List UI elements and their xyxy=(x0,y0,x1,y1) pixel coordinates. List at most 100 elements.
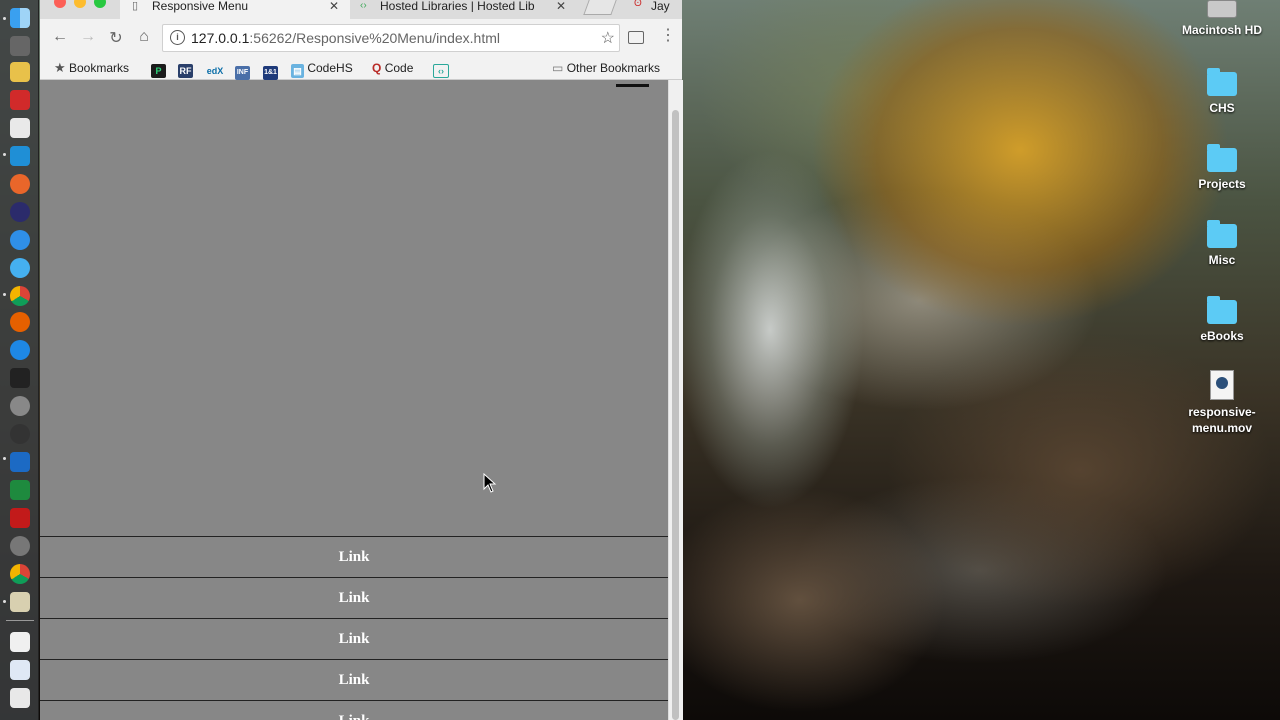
folder-icon xyxy=(1207,68,1237,96)
bookmark-pycharm[interactable]: P xyxy=(151,60,166,78)
paint-icon[interactable] xyxy=(10,174,30,194)
pycharm-icon: P xyxy=(151,64,166,78)
oneandone-icon: 1&1 xyxy=(263,66,278,80)
hamburger-menu-icon[interactable] xyxy=(616,84,649,87)
safari-icon[interactable] xyxy=(10,340,30,360)
menu-link[interactable]: Link xyxy=(40,618,668,659)
profile-icon[interactable]: ʘ xyxy=(634,0,642,9)
url-text[interactable]: 127.0.0.1:56262/Responsive%20Menu/index.… xyxy=(191,30,500,46)
excel-icon[interactable] xyxy=(10,480,30,500)
zoom-window-button[interactable] xyxy=(94,0,106,8)
address-bar[interactable]: i 127.0.0.1:56262/Responsive%20Menu/inde… xyxy=(162,24,620,52)
page-scrollbar[interactable] xyxy=(668,80,683,720)
running-indicator xyxy=(3,293,6,296)
finder-icon[interactable] xyxy=(10,8,30,28)
tab-hosted-libraries[interactable]: ‹› Hosted Libraries | Hosted Lib ✕ xyxy=(352,0,582,19)
profile-name[interactable]: Jay xyxy=(651,0,670,12)
page-viewport: Link Link Link Link Link xyxy=(40,80,668,720)
home-icon[interactable]: ⌂ xyxy=(134,28,154,46)
edx-icon: edX xyxy=(206,66,224,76)
menu-kebab-icon[interactable]: ⋮ xyxy=(660,28,676,44)
desktop-icon-chs[interactable]: CHS xyxy=(1172,68,1272,116)
menu-link[interactable]: Link xyxy=(40,536,668,577)
bookmarks-item[interactable]: ★ Bookmarks xyxy=(54,60,129,76)
bookmark-codehs[interactable]: ▤ CodeHS xyxy=(291,60,353,78)
chrome-canary-icon[interactable] xyxy=(10,564,30,584)
running-indicator xyxy=(3,457,6,460)
bookmark-inf[interactable]: INF xyxy=(235,60,250,80)
tab-responsive-menu[interactable]: ▯ Responsive Menu ✕ xyxy=(120,0,350,19)
forward-arrow-icon[interactable]: → xyxy=(78,28,98,46)
bookmark-code[interactable]: Q Code xyxy=(372,60,413,76)
sourcetree-icon[interactable] xyxy=(10,368,30,388)
desktop-icon-ebooks[interactable]: eBooks xyxy=(1172,296,1272,344)
desktop-icon-responsive-menu-mov[interactable]: responsive-menu.mov xyxy=(1172,370,1272,436)
document-icon[interactable] xyxy=(10,632,30,652)
bookmarks-label: Bookmarks xyxy=(69,61,130,75)
star-icon: ★ xyxy=(54,60,66,75)
webstorm-icon[interactable] xyxy=(10,452,30,472)
codehs-label: CodeHS xyxy=(307,61,353,75)
site-info-icon[interactable]: i xyxy=(170,30,185,45)
app-store-icon[interactable] xyxy=(10,230,30,250)
inf-icon: INF xyxy=(235,66,250,80)
tab-close-icon[interactable]: ✕ xyxy=(329,0,339,12)
close-window-button[interactable] xyxy=(54,0,66,8)
other-bookmarks-item[interactable]: ▭ Other Bookmarks xyxy=(552,60,660,76)
running-indicator xyxy=(3,600,6,603)
desktop-icon-misc[interactable]: Misc xyxy=(1172,220,1272,268)
folder-icon xyxy=(1207,220,1237,248)
scripts-icon[interactable] xyxy=(10,36,30,56)
folder-icon xyxy=(1207,144,1237,172)
bookmark-extra[interactable]: ‹› xyxy=(433,60,449,78)
cast-icon[interactable] xyxy=(628,31,644,44)
url-path: :56262/Responsive%20Menu/index.html xyxy=(249,30,500,46)
acrobat-icon[interactable] xyxy=(10,508,30,528)
menu-link[interactable]: Link xyxy=(40,659,668,700)
browser-window: ▯ Responsive Menu ✕ ‹› Hosted Libraries … xyxy=(40,0,683,720)
messages-icon[interactable] xyxy=(10,258,30,278)
reload-icon[interactable]: ↻ xyxy=(106,28,126,48)
running-indicator xyxy=(3,17,6,20)
system-preferences-icon[interactable] xyxy=(10,536,30,556)
eclipse-icon[interactable] xyxy=(10,202,30,222)
bookmark-1and1[interactable]: 1&1 xyxy=(263,60,278,80)
desktop-icon-projects[interactable]: Projects xyxy=(1172,144,1272,192)
nav-menu: Link Link Link Link Link xyxy=(40,536,668,720)
firefox-icon[interactable] xyxy=(10,312,30,332)
desktop-icon-macintosh-hd[interactable]: Macintosh HD xyxy=(1172,0,1272,38)
rf-icon: RF xyxy=(178,64,193,78)
flash-icon[interactable] xyxy=(10,90,30,110)
folder-icon: ▭ xyxy=(552,61,564,75)
bookmark-star-icon[interactable]: ☆ xyxy=(601,28,615,48)
chrome-icon[interactable] xyxy=(10,286,30,306)
desktop-icon-label: eBooks xyxy=(1200,329,1244,343)
desktop-icon-label: Macintosh HD xyxy=(1181,23,1262,37)
screen-share-icon[interactable] xyxy=(10,146,30,166)
minimize-window-button[interactable] xyxy=(74,0,86,8)
menu-link[interactable]: Link xyxy=(40,700,668,720)
tab-title: Responsive Menu xyxy=(152,0,249,13)
word-document-icon[interactable] xyxy=(10,660,30,680)
bookmark-edx[interactable]: edX xyxy=(206,60,224,78)
menu-link[interactable]: Link xyxy=(40,577,668,618)
new-tab-button[interactable] xyxy=(583,0,617,15)
file-icon[interactable] xyxy=(10,688,30,708)
angular-favicon-icon: ‹› xyxy=(360,0,367,11)
preview-icon[interactable] xyxy=(10,592,30,612)
movie-file-icon xyxy=(1210,370,1234,400)
page-favicon-icon: ▯ xyxy=(132,0,139,12)
notes-icon[interactable] xyxy=(10,62,30,82)
bookmark-rf[interactable]: RF xyxy=(178,60,193,78)
tab-close-icon[interactable]: ✕ xyxy=(556,0,566,12)
tab-title: Hosted Libraries | Hosted Lib xyxy=(380,0,535,12)
rocket-icon[interactable] xyxy=(10,396,30,416)
dashboard-icon[interactable] xyxy=(10,424,30,444)
scrollbar-thumb[interactable] xyxy=(672,110,679,720)
launchpad-icon[interactable] xyxy=(10,118,30,138)
desktop-icon-label: Misc xyxy=(1208,253,1236,267)
back-arrow-icon[interactable]: ← xyxy=(50,28,70,46)
other-bookmarks-label: Other Bookmarks xyxy=(566,61,661,75)
codehs-icon: ▤ xyxy=(291,64,304,78)
folder-icon xyxy=(1207,296,1237,324)
